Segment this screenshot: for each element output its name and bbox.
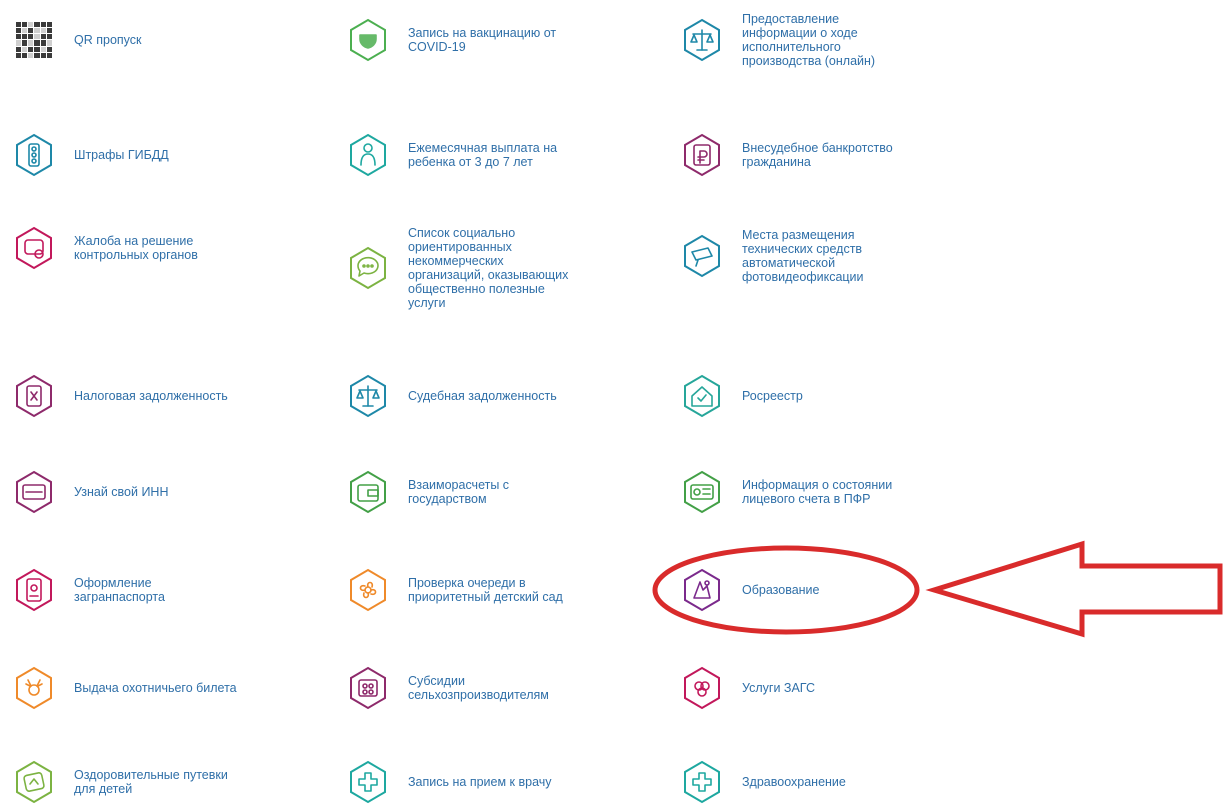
service-label: Штрафы ГИБДД — [74, 148, 169, 162]
service-label: Внесудебное банкротство гражданина — [742, 141, 893, 169]
service-label: Узнай свой ИНН — [74, 485, 169, 499]
service-label: Росреестр — [742, 389, 803, 403]
service-label: Проверка очереди в приоритетный детский … — [408, 576, 563, 604]
document-ruble-icon — [680, 133, 724, 177]
service-label: Выдача охотничьего билета — [74, 681, 237, 695]
kindergarten-icon — [346, 568, 390, 612]
tax-document-icon — [12, 374, 56, 418]
service-label: Запись на вакцинацию от COVID-19 — [408, 26, 557, 54]
medical-cross-icon — [680, 760, 724, 804]
service-label: Ежемесячная выплата на ребенка от 3 до 7… — [408, 141, 558, 169]
wallet-icon — [346, 470, 390, 514]
service-label: Образование — [742, 583, 820, 597]
service-label: Налоговая задолженность — [74, 389, 228, 403]
service-label: Взаиморасчеты с государством — [408, 478, 510, 506]
service-label: Здравоохранение — [742, 775, 846, 789]
chat-bubble-icon — [346, 246, 390, 290]
account-card-icon — [680, 470, 724, 514]
service-label: Список социально ориентированных некомме… — [408, 226, 569, 310]
service-label: Информация о состоянии лицевого счета в … — [742, 478, 893, 506]
id-card-icon — [12, 470, 56, 514]
medical-cross-icon — [346, 760, 390, 804]
voucher-icon — [12, 760, 56, 804]
deer-icon — [12, 666, 56, 710]
service-label: Судебная задолженность — [408, 389, 557, 403]
rings-icon — [680, 666, 724, 710]
scales-icon — [346, 374, 390, 418]
farm-subsidy-icon — [346, 666, 390, 710]
service-label: Жалоба на решение контрольных органов — [74, 234, 198, 262]
scales-icon — [680, 18, 724, 62]
service-label: Субсидии сельхозпроизводителям — [408, 674, 549, 702]
service-label: Места размещения технических средств авт… — [742, 228, 864, 284]
education-icon — [680, 568, 724, 612]
traffic-light-icon — [12, 133, 56, 177]
house-icon — [680, 374, 724, 418]
shield-vaccine-icon — [346, 18, 390, 62]
service-label: Оздоровительные путевки для детей — [74, 768, 228, 796]
camera-icon — [680, 234, 724, 278]
service-label: Предоставление информации о ходе исполни… — [742, 12, 876, 68]
child-icon — [346, 133, 390, 177]
service-label: Запись на прием к врачу — [408, 775, 552, 789]
complaint-icon — [12, 226, 56, 270]
qr-code-icon — [12, 18, 56, 62]
passport-icon — [12, 568, 56, 612]
service-label: Оформление загранпаспорта — [74, 576, 165, 604]
service-label: Услуги ЗАГС — [742, 681, 816, 695]
service-label: QR пропуск — [74, 33, 142, 47]
